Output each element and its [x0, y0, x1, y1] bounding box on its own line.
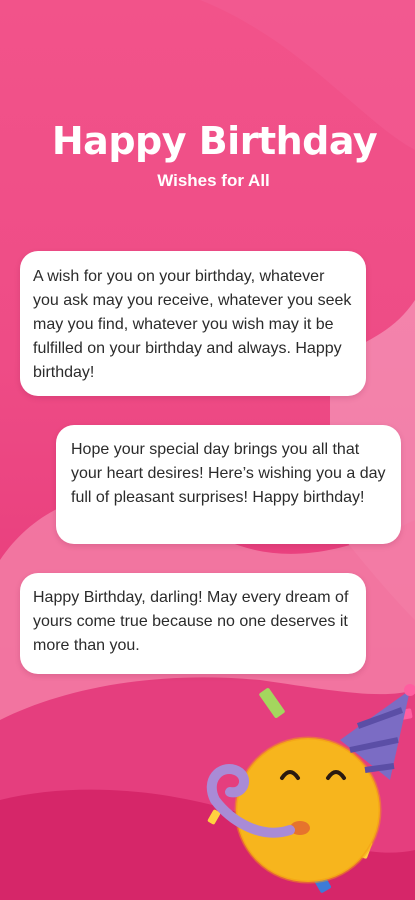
wish-card[interactable]: Happy Birthday, darling! May every dream… [20, 573, 366, 674]
wish-text: Hope your special day brings you all tha… [71, 441, 386, 506]
wish-card[interactable]: Hope your special day brings you all tha… [56, 425, 401, 544]
page-title: Happy Birthday [51, 119, 378, 163]
wish-card[interactable]: A wish for you on your birthday, whateve… [20, 251, 366, 396]
party-face-icon [206, 684, 415, 893]
app-screen: Happy Birthday Wishes for All A wish for… [0, 0, 415, 900]
wish-text: Happy Birthday, darling! May every dream… [33, 589, 349, 654]
wish-text: A wish for you on your birthday, whateve… [33, 268, 352, 381]
page-subtitle: Wishes for All [157, 171, 270, 190]
header: Happy Birthday Wishes for All [0, 118, 415, 192]
